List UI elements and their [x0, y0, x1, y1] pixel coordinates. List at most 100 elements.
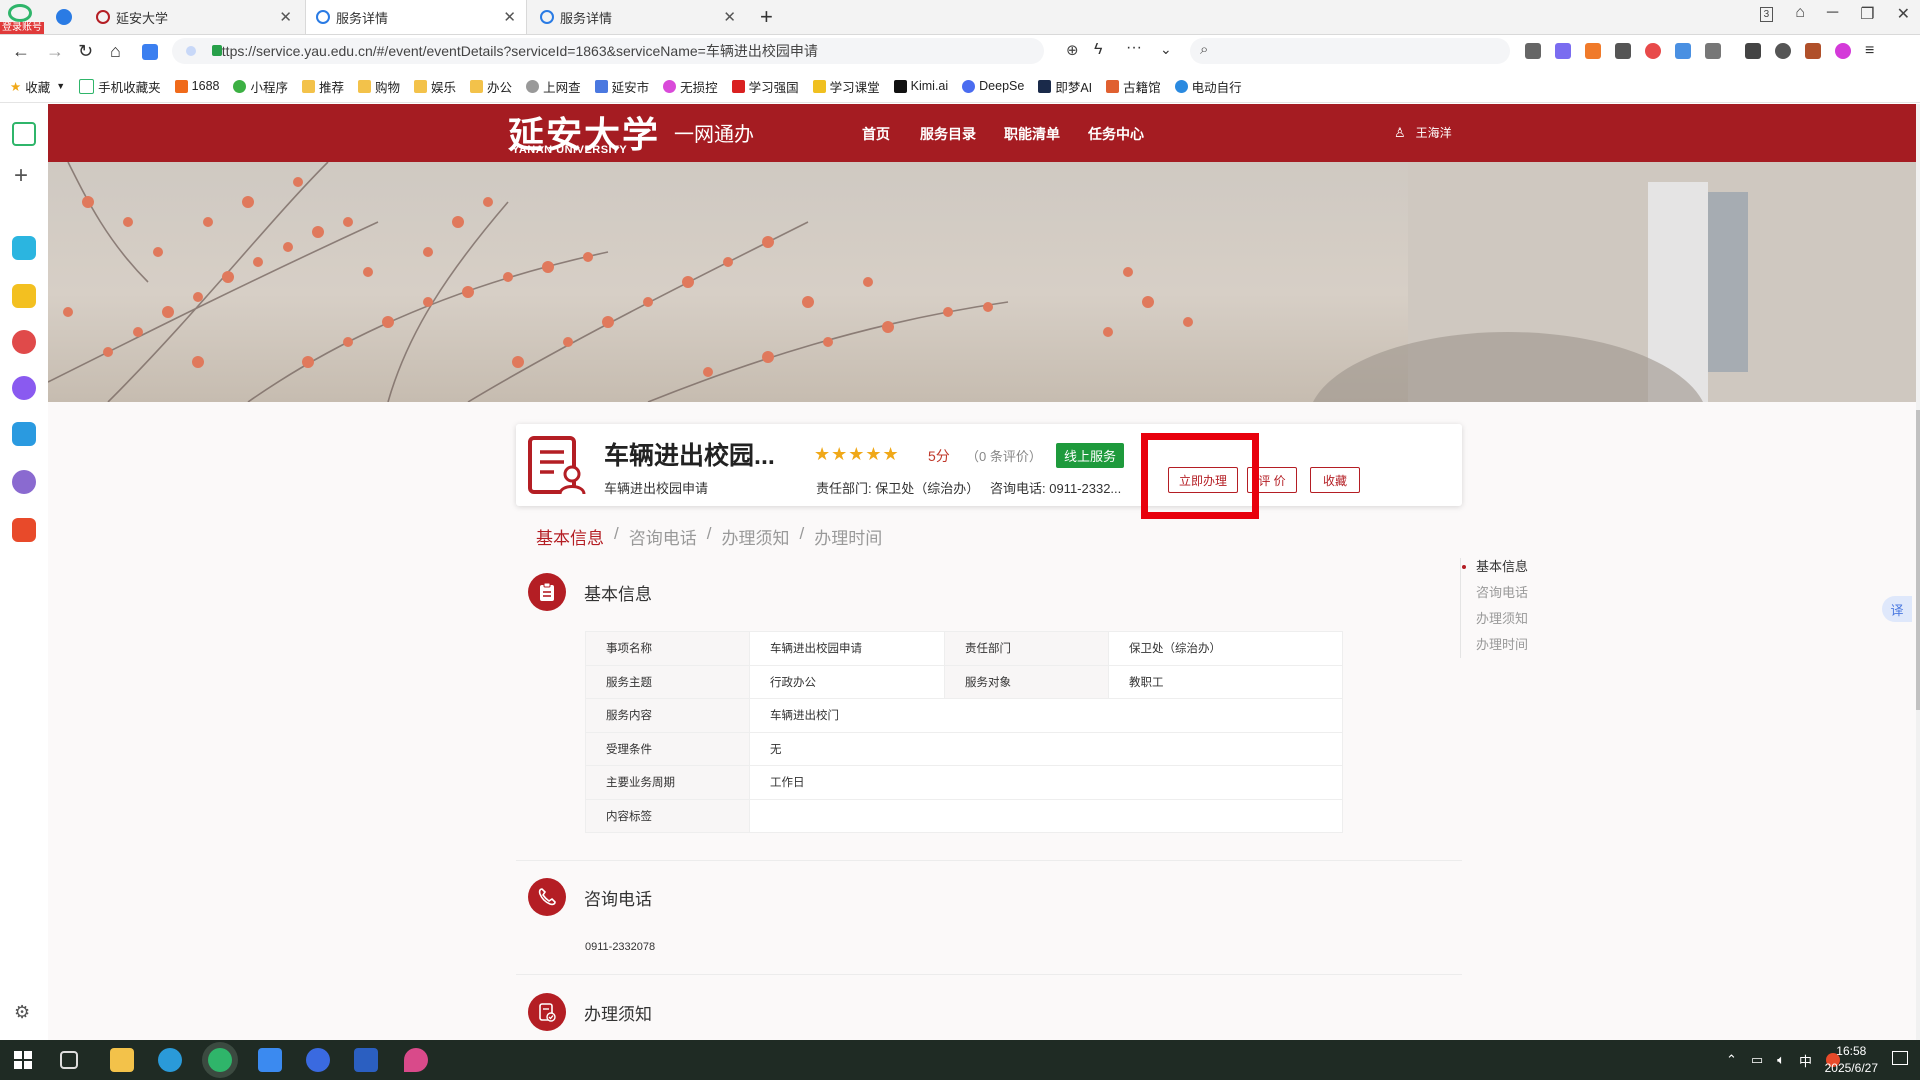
user-menu[interactable]: ♙ 王海洋 — [1394, 124, 1452, 141]
network-app-icon[interactable] — [12, 330, 36, 354]
right-nav-basic-info[interactable]: 基本信息 — [1462, 554, 1528, 580]
anchor-notice[interactable]: 办理须知 — [721, 524, 789, 549]
windows-start-icon[interactable] — [14, 1051, 32, 1069]
menu-icon[interactable]: ≡ — [1865, 43, 1881, 59]
word-icon[interactable] — [354, 1048, 378, 1072]
profile-ring-icon[interactable] — [1835, 43, 1851, 59]
right-nav-time[interactable]: 办理时间 — [1462, 632, 1528, 658]
chevron-up-icon[interactable]: ⌃ — [1726, 1052, 1737, 1068]
forward-arrow-icon[interactable]: → — [46, 41, 64, 62]
anchor-basic-info[interactable]: 基本信息 — [536, 524, 604, 549]
green-browser-icon[interactable] — [208, 1048, 232, 1072]
new-tab-plus-icon[interactable]: + — [760, 4, 773, 30]
bookmark-office[interactable]: 办公 — [470, 77, 512, 96]
minimize-icon[interactable]: ─ — [1827, 4, 1838, 24]
close-window-icon[interactable]: ✕ — [1897, 4, 1910, 24]
ai-assistant-icon[interactable] — [142, 44, 158, 60]
nav-service-catalog[interactable]: 服务目录 — [920, 124, 976, 144]
bookmark-study-class[interactable]: 学习课堂 — [812, 77, 880, 96]
back-arrow-icon[interactable]: ← — [12, 41, 30, 62]
bookmark-1688[interactable]: 1688 — [174, 79, 219, 93]
file-explorer-icon[interactable] — [110, 1048, 134, 1072]
taskbar-clock[interactable]: 16:58 2025/6/27 — [1825, 1043, 1878, 1077]
bookmark-recommend[interactable]: 推荐 — [302, 77, 344, 96]
nav-task-center[interactable]: 任务中心 — [1088, 124, 1144, 144]
undo-icon[interactable] — [1775, 43, 1791, 59]
bookmark-shopping[interactable]: 购物 — [358, 77, 400, 96]
bookmark-online-check[interactable]: 上网查 — [526, 77, 581, 96]
settings-gear-icon[interactable]: ⚙ — [14, 1002, 30, 1023]
login-account-badge[interactable]: 登录账号 — [0, 22, 44, 34]
home-icon[interactable] — [12, 122, 36, 146]
favorite-button[interactable]: 收藏 — [1310, 467, 1360, 493]
bookmark-mobile[interactable]: 手机收藏夹 — [79, 77, 161, 96]
tab-yanan-university[interactable]: 延安大学 ✕ — [86, 0, 302, 34]
add-icon[interactable]: + — [14, 162, 28, 190]
close-icon[interactable]: ✕ — [503, 8, 516, 26]
tab-service-details[interactable]: 服务详情 ✕ — [530, 0, 746, 34]
mail-ext-icon[interactable] — [1675, 43, 1691, 59]
briefcase-icon[interactable] — [1805, 43, 1821, 59]
close-icon[interactable]: ✕ — [723, 8, 736, 26]
chevron-down-icon[interactable]: ⌄ — [1160, 41, 1172, 58]
right-nav-notice[interactable]: 办理须知 — [1462, 606, 1528, 632]
nav-home[interactable]: 首页 — [862, 124, 890, 144]
search-input[interactable]: ⌕ — [1190, 38, 1510, 64]
volume-icon[interactable]: 🔈︎ — [1777, 1052, 1785, 1068]
bookmark-xuexi[interactable]: 学习强国 — [731, 77, 799, 96]
video-ext-icon[interactable] — [1645, 43, 1661, 59]
right-nav-contact[interactable]: 咨询电话 — [1462, 580, 1528, 606]
browser-logo-icon[interactable] — [8, 4, 32, 22]
lock-icon[interactable] — [212, 45, 222, 56]
zoom-icon[interactable]: ⊕ — [1066, 41, 1079, 59]
restore-icon[interactable]: ❐ — [1860, 4, 1874, 24]
ime-indicator[interactable]: 中 — [1799, 1051, 1812, 1070]
bookmark-ancient-books[interactable]: 古籍馆 — [1106, 77, 1161, 96]
download-icon[interactable] — [1745, 43, 1761, 59]
nav-function-list[interactable]: 职能清单 — [1004, 124, 1060, 144]
anchor-contact[interactable]: 咨询电话 — [629, 524, 697, 549]
paint-drop-icon[interactable] — [404, 1048, 428, 1072]
bookmark-jimeng[interactable]: 即梦AI — [1038, 77, 1092, 96]
translate-float-button[interactable]: 译 — [1882, 596, 1912, 622]
anchor-time[interactable]: 办理时间 — [814, 524, 882, 549]
reader-ext-icon[interactable] — [1615, 43, 1631, 59]
bookmark-yanan-city[interactable]: 延安市 — [594, 77, 649, 96]
game-ext-icon[interactable] — [1585, 43, 1601, 59]
network-icon[interactable]: ▭ — [1751, 1052, 1763, 1068]
ai-circle-icon[interactable] — [12, 376, 36, 400]
more-icon[interactable]: ··· — [1126, 39, 1142, 57]
site-info-icon[interactable] — [186, 46, 196, 56]
page-scrollbar-thumb[interactable] — [1916, 410, 1920, 710]
bookmark-miniprogram[interactable]: 小程序 — [233, 77, 288, 96]
tab-service-details-active[interactable]: 服务详情 ✕ — [305, 0, 527, 34]
gamepad-icon[interactable] — [12, 518, 36, 542]
bookmark-favorites[interactable]: ★ 收藏 ▼ — [10, 77, 65, 96]
close-icon[interactable]: ✕ — [279, 8, 292, 26]
robot-icon[interactable] — [12, 470, 36, 494]
shirt-skin-icon[interactable]: ⌂ — [1795, 4, 1805, 24]
tab-count-icon[interactable]: 3 — [1759, 7, 1774, 22]
pinned-tab-icon[interactable] — [56, 9, 72, 25]
star-app-icon[interactable] — [12, 284, 36, 308]
scissors-icon[interactable] — [1525, 43, 1541, 59]
bookmark-deepseek[interactable]: DeepSe — [962, 79, 1024, 93]
bookmark-ebike[interactable]: 电动自行 — [1174, 77, 1242, 96]
ai-square-icon[interactable] — [12, 422, 36, 446]
chrome-like-icon[interactable] — [306, 1048, 330, 1072]
bookmark-entertainment[interactable]: 娱乐 — [414, 77, 456, 96]
reload-icon[interactable]: ↻ — [78, 41, 93, 62]
notification-icon[interactable] — [1892, 1051, 1908, 1065]
bookmark-lossless[interactable]: 无损控 — [663, 77, 718, 96]
puzzle-extensions-icon[interactable] — [1705, 43, 1721, 59]
edge-browser-icon[interactable] — [158, 1048, 182, 1072]
translate-ext-icon[interactable] — [1555, 43, 1571, 59]
bookmark-kimi[interactable]: Kimi.ai — [893, 79, 948, 93]
lightning-icon[interactable]: ϟ — [1094, 41, 1102, 59]
task-view-icon[interactable] — [60, 1051, 78, 1069]
grid-app-icon[interactable] — [12, 236, 36, 260]
feishu-icon[interactable] — [258, 1048, 282, 1072]
url-bar[interactable]: https://service.yau.edu.cn/#/event/event… — [172, 38, 1079, 64]
home-icon[interactable]: ⌂ — [110, 41, 121, 62]
url-text[interactable]: https://service.yau.edu.cn/#/event/event… — [214, 41, 818, 61]
